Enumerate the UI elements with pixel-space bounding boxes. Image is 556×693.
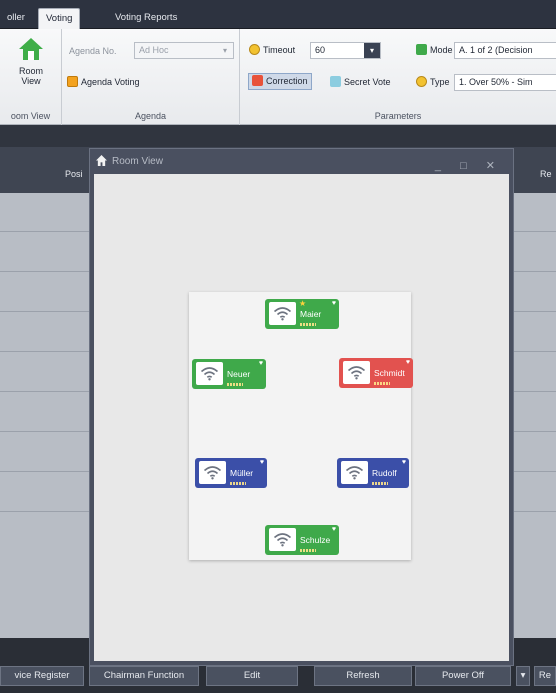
room-view-label: Room View	[18, 66, 43, 86]
group-parameters: Timeout 60 ▾ Correction Secret Vote Mode…	[240, 29, 556, 125]
mode-value: A. 1 of 2 (Decision	[459, 45, 533, 55]
seat-schmidt[interactable]: ♥ Schmidt	[339, 358, 413, 388]
signal-bars	[230, 482, 246, 485]
clock-icon	[249, 44, 260, 55]
timeout-combo[interactable]: 60 ▾	[310, 42, 381, 59]
ribbon-tab-strip: oller Voting Voting Reports	[0, 0, 556, 29]
refresh-button[interactable]: Refresh	[314, 666, 412, 686]
room-view-window: Room View _ □ ✕ ★ ♥ Maier ♥ Neuer ♥ Schmidt …	[89, 148, 514, 666]
group-label-parameters: Parameters	[374, 111, 422, 121]
type-combo[interactable]: 1. Over 50% - Sim	[454, 74, 556, 91]
type-label-wrap: Type	[416, 74, 450, 91]
seat-name: Schmidt	[374, 368, 405, 378]
seat-müller[interactable]: ♥ Müller	[195, 458, 267, 488]
seat-name: Müller	[230, 468, 254, 478]
column-header-result[interactable]: Re	[540, 169, 552, 179]
heart-icon: ♥	[401, 459, 406, 466]
heart-icon: ♥	[405, 359, 410, 366]
seat-rudolf[interactable]: ♥ Rudolf	[337, 458, 409, 488]
signal-bars	[374, 382, 390, 385]
timeout-value: 60	[315, 45, 326, 55]
wifi-icon	[343, 361, 370, 384]
agenda-voting-label: Agenda Voting	[81, 77, 140, 87]
clock-icon	[416, 76, 427, 87]
agenda-no-label: Agenda No.	[69, 46, 117, 56]
group-label-room-view: oom View	[10, 111, 51, 121]
correction-icon	[252, 75, 263, 86]
group-label-agenda: Agenda	[134, 111, 167, 121]
seat-neuer[interactable]: ♥ Neuer	[192, 359, 266, 389]
chairman-function-button[interactable]: Chairman Function	[89, 666, 199, 686]
secret-vote-toggle[interactable]: Secret Vote	[330, 74, 391, 91]
agenda-voting-button[interactable]: Agenda Voting	[67, 74, 140, 91]
secret-vote-label: Secret Vote	[344, 77, 391, 87]
seat-name: Schulze	[300, 535, 331, 545]
correction-toggle[interactable]: Correction	[248, 73, 312, 90]
signal-bars	[300, 323, 316, 326]
room-plan: ★ ♥ Maier ♥ Neuer ♥ Schmidt ♥ Müller ♥ Rudolf …	[189, 292, 413, 560]
agenda-no-value: Ad Hoc	[139, 45, 169, 55]
reset-button[interactable]: Re	[534, 666, 556, 686]
signal-bars	[227, 383, 243, 386]
heart-icon: ♥	[331, 526, 336, 533]
room-view-canvas: ★ ♥ Maier ♥ Neuer ♥ Schmidt ♥ Müller ♥ Rudolf …	[94, 174, 509, 661]
room-view-titlebar[interactable]: Room View _ □ ✕	[90, 149, 513, 174]
list-icon	[416, 44, 427, 55]
ribbon: Room View oom View Agenda No. Ad Hoc ▾ A…	[0, 29, 556, 125]
heart-icon: ♥	[331, 300, 336, 307]
power-off-dropdown[interactable]: ▾	[516, 666, 530, 686]
device-register-button[interactable]: vice Register	[0, 666, 84, 686]
tab-voting[interactable]: Voting	[38, 8, 81, 29]
type-value: 1. Over 50% - Sim	[459, 77, 533, 87]
timeout-label-wrap: Timeout	[249, 42, 295, 59]
seat-name: Rudolf	[372, 468, 397, 478]
group-room-view: Room View oom View	[0, 29, 62, 125]
room-view-button[interactable]: Room View	[12, 37, 50, 86]
timeout-label: Timeout	[263, 45, 296, 55]
wifi-icon	[269, 528, 296, 551]
wifi-icon	[199, 461, 226, 484]
seat-maier[interactable]: ★ ♥ Maier	[265, 299, 339, 329]
tab-voting-reports[interactable]: Voting Reports	[108, 8, 184, 29]
secret-vote-icon	[330, 76, 341, 87]
edit-button[interactable]: Edit	[206, 666, 298, 686]
chevron-down-icon: ▾	[364, 43, 380, 58]
seat-schulze[interactable]: ♥ Schulze	[265, 525, 339, 555]
room-view-title: Room View	[112, 156, 163, 167]
star-icon: ★	[299, 299, 307, 308]
agenda-no-combo[interactable]: Ad Hoc ▾	[134, 42, 234, 59]
seat-name: Neuer	[227, 369, 251, 379]
signal-bars	[300, 549, 316, 552]
wifi-icon	[341, 461, 368, 484]
tab-controller[interactable]: oller	[0, 8, 32, 29]
mode-label-wrap: Mode	[416, 42, 453, 59]
group-agenda: Agenda No. Ad Hoc ▾ Agenda Voting Agenda	[62, 29, 240, 125]
column-header-position[interactable]: Posi	[65, 169, 83, 179]
signal-bars	[372, 482, 388, 485]
seat-name: Maier	[300, 309, 322, 319]
heart-icon: ♥	[258, 360, 263, 367]
toolbar-band	[0, 125, 556, 147]
correction-label: Correction	[266, 76, 308, 86]
wifi-icon	[196, 362, 223, 385]
mode-combo[interactable]: A. 1 of 2 (Decision	[454, 42, 556, 59]
power-off-button[interactable]: Power Off	[415, 666, 511, 686]
chevron-down-icon: ▾	[222, 46, 227, 55]
home-icon	[19, 38, 43, 60]
mode-label: Mode	[430, 45, 453, 55]
type-label: Type	[430, 77, 450, 87]
wifi-icon	[269, 302, 296, 325]
chevron-down-icon: ▾	[520, 670, 526, 681]
clipboard-icon	[67, 76, 78, 87]
home-icon	[96, 155, 107, 166]
heart-icon: ♥	[259, 459, 264, 466]
